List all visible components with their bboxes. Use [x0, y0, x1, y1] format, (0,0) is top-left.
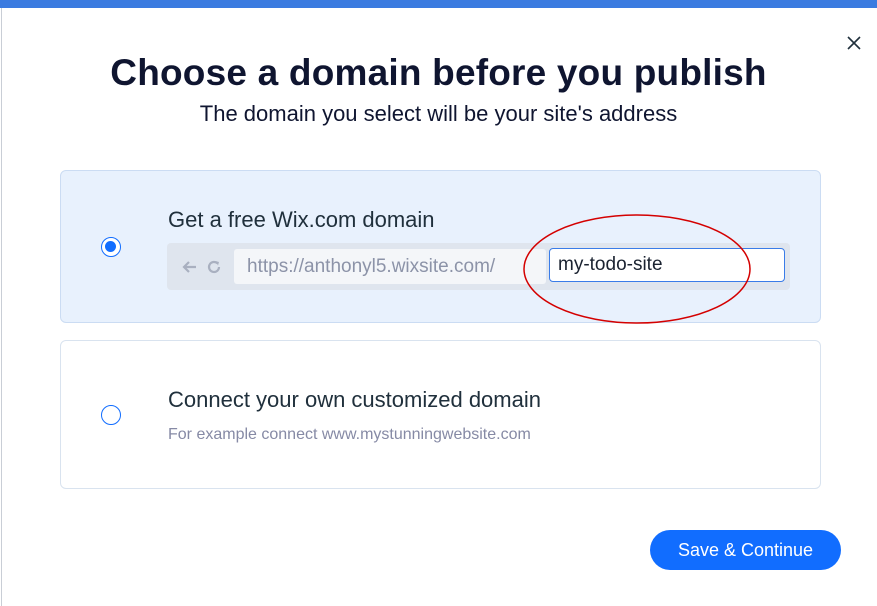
arrow-left-icon [180, 258, 198, 276]
save-continue-button[interactable]: Save & Continue [650, 530, 841, 570]
browser-url-preview: https://anthonyl5.wixsite.com/ [167, 243, 790, 290]
url-prefix-text: https://anthonyl5.wixsite.com/ [247, 256, 496, 277]
dialog-title: Choose a domain before you publish [110, 52, 767, 93]
free-domain-option[interactable]: Get a free Wix.com domain https://anthon… [60, 170, 821, 323]
url-prefix-field: https://anthonyl5.wixsite.com/ [234, 249, 546, 284]
close-button[interactable] [844, 33, 864, 53]
custom-domain-option[interactable]: Connect your own customized domain For e… [60, 340, 821, 489]
site-name-input[interactable] [549, 248, 785, 282]
free-domain-radio[interactable] [101, 237, 121, 257]
close-icon [847, 36, 861, 50]
window-top-bar [0, 0, 877, 8]
custom-domain-hint: For example connect www.mystunningwebsit… [168, 426, 531, 443]
custom-domain-radio[interactable] [101, 405, 121, 425]
free-domain-label: Get a free Wix.com domain [168, 207, 435, 232]
reload-icon [205, 258, 223, 276]
custom-domain-label: Connect your own customized domain [168, 387, 541, 412]
dialog-subtitle: The domain you select will be your site'… [199, 101, 678, 126]
